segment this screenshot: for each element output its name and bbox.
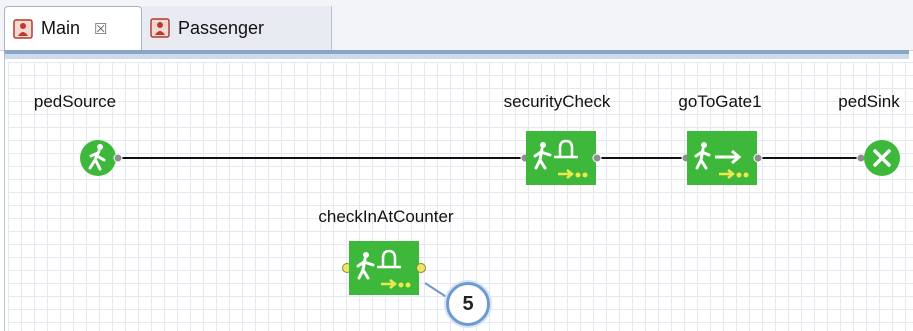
checkInAtCounter-label: checkInAtCounter (318, 207, 454, 226)
securityCheck-block[interactable] (520, 130, 602, 186)
checkInAtCounter-block[interactable] (341, 240, 427, 298)
in-port[interactable] (856, 153, 866, 163)
out-port[interactable] (416, 263, 426, 273)
out-port[interactable] (592, 153, 602, 163)
pedSink-block[interactable] (856, 138, 906, 178)
goToGate1-block[interactable] (681, 130, 763, 186)
out-port[interactable] (753, 153, 763, 163)
callout-pointer (424, 282, 449, 299)
pedSource-label: pedSource (33, 92, 117, 111)
out-port[interactable] (113, 153, 123, 163)
step-callout: 5 (446, 282, 490, 326)
goToGate1-label: goToGate1 (678, 92, 762, 111)
securityCheck-label: securityCheck (503, 92, 611, 111)
step-number: 5 (462, 292, 474, 315)
pedSink-label: pedSink (838, 92, 900, 111)
connectors-layer (120, 157, 862, 299)
pedSource-block[interactable] (78, 138, 124, 178)
